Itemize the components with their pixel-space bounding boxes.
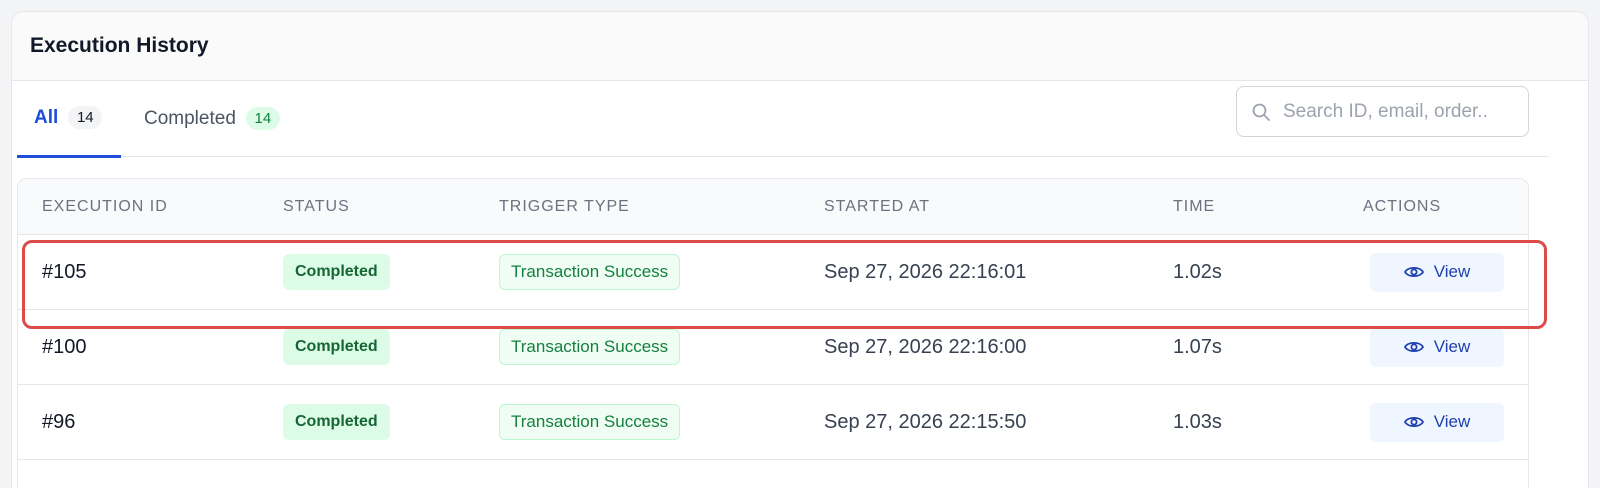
table-row: #96 Completed Transaction Success Sep 27… xyxy=(18,385,1528,460)
eye-icon xyxy=(1403,266,1424,278)
status-badge: Completed xyxy=(283,329,390,365)
trigger-cell: Transaction Success xyxy=(499,385,681,459)
table-row: #105 Completed Transaction Success Sep 2… xyxy=(18,235,1528,310)
started-at: Sep 27, 2026 22:16:01 xyxy=(824,260,1027,283)
started-at: Sep 27, 2026 22:15:50 xyxy=(824,410,1027,433)
column-header-started-at: STARTED AT xyxy=(824,198,931,215)
execution-id: #105 xyxy=(42,260,87,283)
view-button[interactable]: View xyxy=(1370,252,1504,292)
execution-id: #96 xyxy=(42,410,76,433)
actions-cell: View xyxy=(1370,235,1504,309)
tab-completed-label: Completed xyxy=(144,107,236,129)
column-header-actions: ACTIONS xyxy=(1363,198,1442,215)
trigger-badge: Transaction Success xyxy=(499,404,681,440)
duration: 1.02s xyxy=(1173,260,1222,283)
trigger-cell: Transaction Success xyxy=(499,310,681,384)
view-button[interactable]: View xyxy=(1370,402,1504,442)
tab-all[interactable]: All 14 xyxy=(17,80,121,158)
column-header-time: TIME xyxy=(1173,198,1216,215)
trigger-cell: Transaction Success xyxy=(499,235,681,309)
tab-all-count: 14 xyxy=(68,106,103,129)
eye-icon xyxy=(1403,416,1424,428)
search-icon xyxy=(1252,103,1270,121)
eye-icon xyxy=(1403,341,1424,353)
search-input[interactable] xyxy=(1283,100,1518,123)
table-row: #100 Completed Transaction Success Sep 2… xyxy=(18,310,1528,385)
status-cell: Completed xyxy=(283,235,390,309)
column-header-trigger-type: TRIGGER TYPE xyxy=(499,198,630,215)
tab-completed[interactable]: Completed 14 xyxy=(144,80,280,157)
status-cell: Completed xyxy=(283,385,390,459)
view-button[interactable]: View xyxy=(1370,327,1504,367)
execution-id: #100 xyxy=(42,335,87,358)
status-cell: Completed xyxy=(283,310,390,384)
status-badge: Completed xyxy=(283,254,390,290)
executions-table: EXECUTION ID STATUS TRIGGER TYPE STARTED… xyxy=(17,178,1529,488)
column-header-status: STATUS xyxy=(283,198,350,215)
started-at: Sep 27, 2026 22:16:00 xyxy=(824,335,1027,358)
duration: 1.03s xyxy=(1173,410,1222,433)
duration: 1.07s xyxy=(1173,335,1222,358)
tab-all-label: All xyxy=(34,106,59,128)
page-title: Execution History xyxy=(30,34,209,57)
view-button-label: View xyxy=(1433,337,1471,356)
table-header: EXECUTION ID STATUS TRIGGER TYPE STARTED… xyxy=(18,179,1528,235)
trigger-badge: Transaction Success xyxy=(499,254,681,290)
search-box xyxy=(1236,86,1529,137)
view-button-label: View xyxy=(1433,262,1471,281)
tab-completed-count: 14 xyxy=(245,107,280,130)
trigger-badge: Transaction Success xyxy=(499,329,681,365)
actions-cell: View xyxy=(1370,385,1504,459)
actions-cell: View xyxy=(1370,310,1504,384)
card-header: Execution History xyxy=(12,12,1588,81)
column-header-execution-id: EXECUTION ID xyxy=(42,198,168,215)
status-badge: Completed xyxy=(283,404,390,440)
view-button-label: View xyxy=(1433,412,1471,431)
